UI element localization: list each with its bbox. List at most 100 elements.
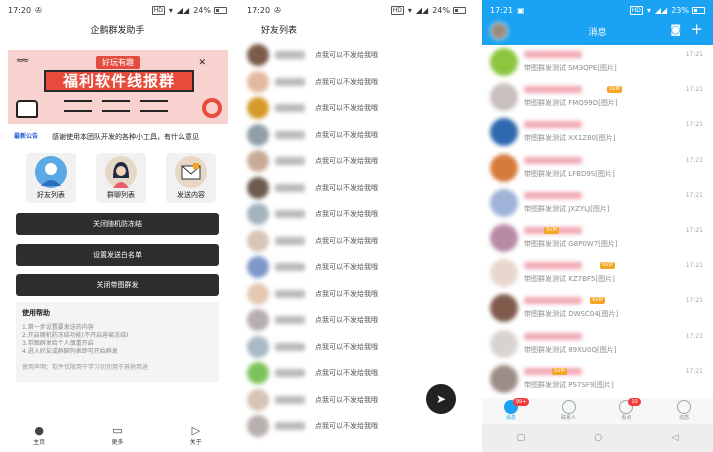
chat-row[interactable]: 带图群发测试 FMQ99D[图片] 17:21 SVIP [482, 81, 713, 117]
friends-list-tile[interactable]: 好友列表 [26, 153, 76, 203]
friend-hint: 点我可以不发给我哦 [315, 236, 378, 245]
message-preview: 带图群发测试 DWSC04[图片] [524, 310, 619, 319]
disable-random-antifreeze-button[interactable]: 关闭随机防冻结 [16, 213, 219, 235]
friend-hint: 点我可以不发给我哦 [315, 183, 378, 192]
tab-3[interactable]: 动态 [664, 398, 704, 424]
set-whitelist-button[interactable]: 设置发送白名单 [16, 244, 219, 266]
avatar [247, 309, 269, 331]
list-item[interactable]: 点我可以不发给我哦 [239, 254, 474, 280]
chat-row[interactable]: 带图群发测试 DWSC04[图片] 17:21 SVIP [482, 292, 713, 328]
contact-name [524, 156, 582, 164]
vip-badge: SVIP [552, 367, 568, 375]
friend-hint: 点我可以不发给我哦 [315, 157, 378, 165]
contact-name [524, 332, 582, 340]
avatar [490, 153, 518, 182]
chat-row[interactable]: 带图群发测试 G8P0W7[图片] 17:21 SVIP [482, 222, 713, 258]
user-icon [35, 156, 67, 188]
list-item[interactable]: 点我可以不发给我哦 [239, 281, 474, 307]
avatar [247, 70, 269, 93]
message-preview: 带图群发测试 KZ7BF5[图片] [524, 275, 615, 284]
list-item[interactable]: 点我可以不发给我哦 [239, 413, 474, 439]
back-icon[interactable]: ◁ [671, 433, 678, 443]
list-item[interactable]: 点我可以不发给我哦 [239, 122, 474, 148]
camera-icon[interactable]: ◙ [670, 23, 681, 36]
notification-icon: ✇ [35, 5, 42, 15]
list-item[interactable]: 点我可以不发给我哦 [239, 307, 474, 333]
vip-badge: SVIP [590, 297, 606, 305]
avatar [247, 97, 269, 119]
friend-name [275, 130, 305, 139]
help-line: 3.带图群发给个人慎重开启 [22, 340, 94, 347]
wifi-icon: ▾ [168, 5, 173, 15]
qq-messages-screen: 17:21 ▣ HD ▾ ◢◢ 23% 消息 ◙ + 带图群发测试 SM3QPE… [482, 0, 713, 452]
message-preview: 带图群发测试 FMQ99D[图片] [524, 99, 618, 108]
friend-name [275, 157, 305, 165]
send-content-tile[interactable]: 发送内容 [166, 153, 216, 203]
list-item[interactable]: 点我可以不发给我哦 [239, 175, 474, 201]
list-item[interactable]: 点我可以不发给我哦 [239, 360, 474, 386]
wave-icon: ≈≈ [16, 56, 29, 66]
tab-label: 动态 [679, 415, 690, 421]
list-item[interactable]: 点我可以不发给我哦 [239, 228, 474, 254]
group-list-tile[interactable]: 群聊列表 [96, 153, 146, 203]
home-icon[interactable]: ○ [594, 433, 602, 443]
nav-more[interactable]: ▭ 更多 [97, 425, 137, 452]
avatar [247, 176, 269, 199]
banner-tag: 好玩有趣 [96, 56, 140, 69]
list-item[interactable]: 点我可以不发给我哦 [239, 148, 474, 174]
friend-name [275, 104, 305, 112]
page-title: 好友列表 [261, 26, 298, 36]
promo-banner[interactable]: ≈≈ 好玩有趣 ✕ 福利软件线报群 [8, 50, 228, 124]
friend-hint: 点我可以不发给我哦 [315, 77, 378, 86]
message-time: 17:21 [685, 51, 703, 58]
chat-row[interactable]: 带图群发测试 89XU0Q[图片] 17:21 [482, 328, 713, 364]
contacts-icon [561, 400, 576, 414]
chat-row[interactable]: 带图群发测试 PS7SF9[图片] 17:21 SVIP [482, 363, 713, 399]
battery-percent: 24% [193, 5, 211, 15]
tab-0[interactable]: 消息 99+ [491, 398, 531, 424]
list-item[interactable]: 点我可以不发给我哦 [239, 69, 474, 95]
avatar [247, 282, 269, 305]
cross-icon: ✕ [198, 58, 206, 68]
nav-about[interactable]: ▷ 关于 [176, 425, 216, 452]
status-time: 17:20 [247, 5, 271, 15]
recent-apps-icon[interactable]: ▢ [517, 433, 526, 443]
plus-icon[interactable]: + [690, 20, 703, 38]
friend-hint: 点我可以不发给我哦 [315, 210, 378, 218]
notice-bar[interactable]: 最新公告 感谢使用本团队开发的各种小工具，有什么意见 [14, 131, 232, 143]
message-preview: 带图群发测试 LFBD9S[图片] [524, 169, 615, 178]
disable-image-broadcast-button[interactable]: 关闭带图群发 [16, 274, 219, 296]
list-item[interactable]: 点我可以不发给我哦 [239, 201, 474, 227]
chat-row[interactable]: 带图群发测试 LFBD9S[图片] 17:21 [482, 152, 713, 188]
contact-name [524, 297, 582, 305]
list-item[interactable]: 点我可以不发给我哦 [239, 42, 474, 68]
chat-row[interactable]: 带图群发测试 KZ7BF5[图片] 17:21 SVIP [482, 257, 713, 293]
list-item[interactable]: 点我可以不发给我哦 [239, 95, 474, 121]
tile-label: 发送内容 [177, 191, 205, 199]
vip-badge: SVIP [600, 262, 616, 270]
nav-home[interactable]: ● 主页 [19, 425, 59, 452]
unread-badge: 10 [628, 398, 641, 406]
avatar [247, 44, 269, 66]
avatar [490, 259, 518, 288]
chat-row[interactable]: 带图群发测试 XX1Z80[图片] 17:21 [482, 116, 713, 152]
envelope-icon [175, 156, 207, 188]
tab-2[interactable]: 看点 10 [606, 398, 646, 424]
chat-row[interactable]: 带图群发测试 SM3QPE[图片] 17:21 [482, 46, 713, 82]
send-icon[interactable]: ➤ [426, 384, 456, 414]
friend-name [275, 236, 305, 245]
tab-1[interactable]: 联系人 [549, 398, 589, 424]
avatar [490, 83, 518, 112]
hd-icon: HD [151, 5, 165, 15]
avatar [247, 150, 269, 172]
tab-label: 看点 [621, 415, 632, 421]
list-item[interactable]: 点我可以不发给我哦 [239, 334, 474, 360]
message-preview: 带图群发测试 PS7SF9[图片] [524, 380, 614, 389]
banner-headline: 福利软件线报群 [44, 70, 194, 92]
lifebuoy-icon [202, 98, 222, 118]
chat-row[interactable]: 带图群发测试 JXZYLJ[图片] 17:21 [482, 187, 713, 223]
decor-lines [64, 100, 168, 112]
friend-hint: 点我可以不发给我哦 [315, 104, 378, 112]
status-time: 17:21 [490, 5, 514, 15]
friend-name [275, 51, 305, 59]
